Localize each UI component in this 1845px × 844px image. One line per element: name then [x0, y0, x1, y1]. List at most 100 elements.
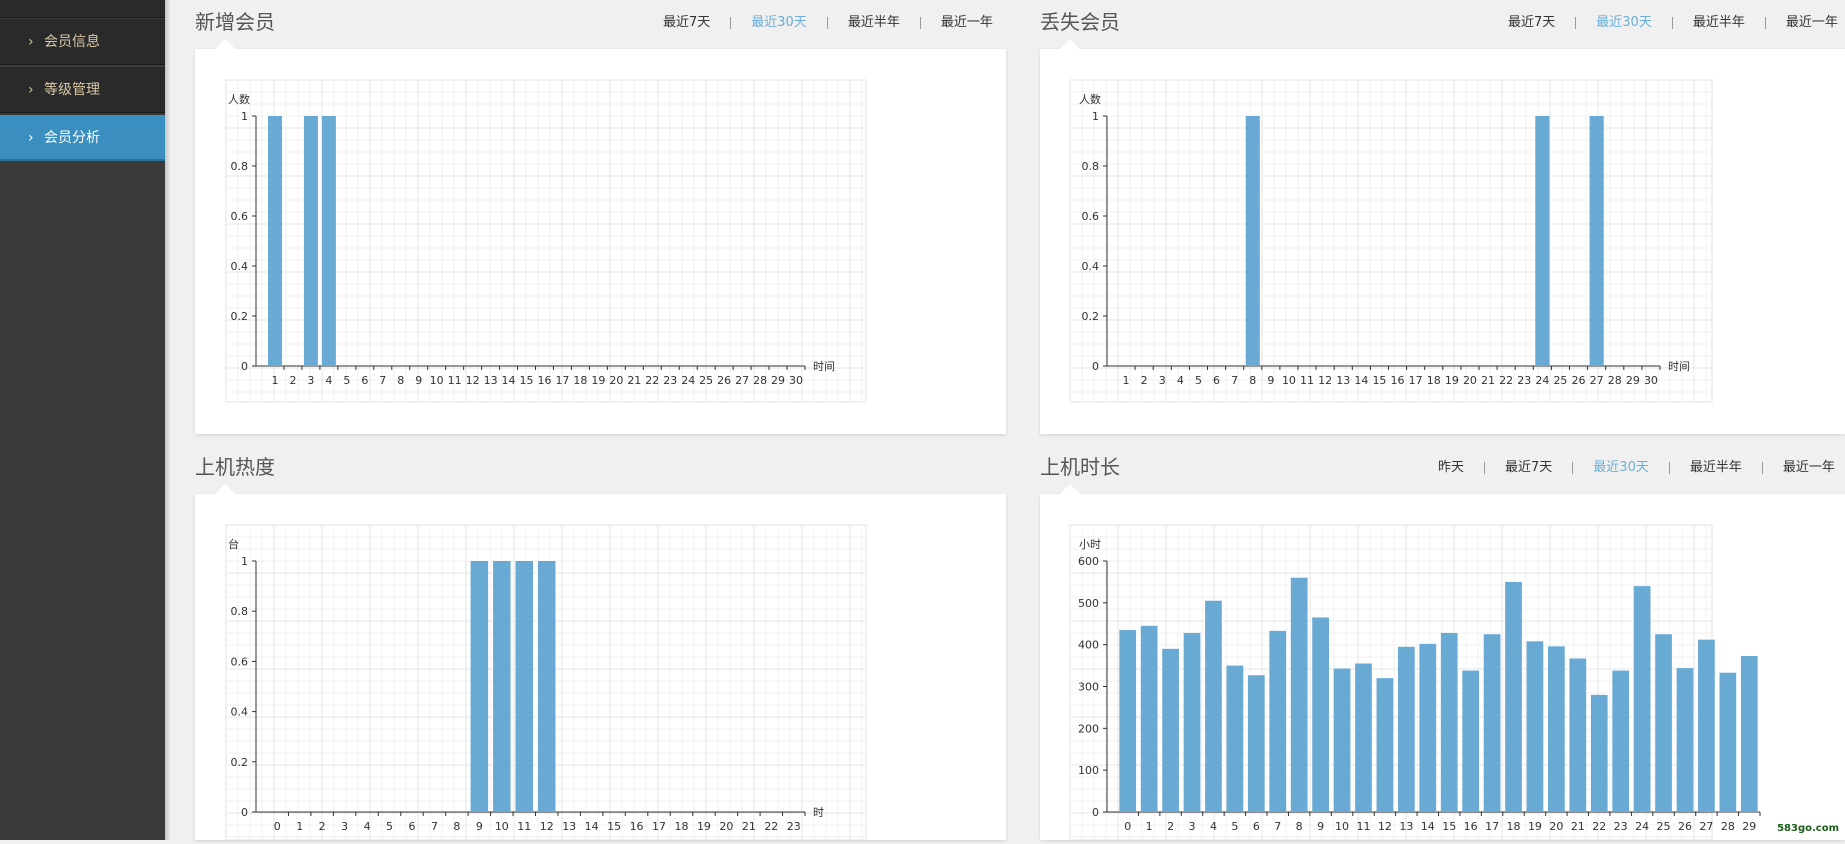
- x-tick-label: 5: [343, 374, 350, 387]
- filter-half-year[interactable]: 最近半年: [1693, 11, 1745, 30]
- x-tick-label: 8: [1249, 374, 1256, 387]
- new-members-panel: 0 0.2 0.4 0.6 0.8 1 人数 时间 1 2 3 4 5 6 7 8 9 10 11 12 13 14 15 1…: [195, 39, 1006, 434]
- bar: [1590, 694, 1608, 812]
- y-tick-label: 500: [1078, 597, 1099, 610]
- x-tick-label: 18: [674, 820, 688, 833]
- y-tick-label: 0.4: [231, 706, 249, 719]
- bar: [1183, 632, 1201, 812]
- filter-separator: [1764, 16, 1766, 29]
- y-tick-label: 400: [1078, 639, 1099, 652]
- x-tick-label: 14: [502, 374, 516, 387]
- bar: [321, 116, 336, 366]
- x-tick-label: 14: [585, 820, 599, 833]
- x-tick-label: 28: [1721, 820, 1735, 833]
- bar: [1740, 655, 1758, 812]
- y-axis-label: 台: [228, 537, 239, 551]
- x-tick-label: 25: [1657, 820, 1671, 833]
- x-tick-label: 19: [591, 374, 605, 387]
- x-tick-label: 26: [717, 374, 731, 387]
- sidebar-item-member-analysis[interactable]: › 会员分析: [0, 115, 165, 161]
- usage-heat-chart: 00.20.40.60.81台时0 1 2 3 4 5 6 7 8 9 10 11 12 13 14 15 16…: [225, 524, 867, 841]
- x-tick-label: 6: [408, 820, 415, 833]
- x-tick-label: 8: [1296, 820, 1303, 833]
- x-tick-label: 20: [1549, 820, 1563, 833]
- bar: [515, 561, 534, 812]
- filter-30-days[interactable]: 最近30天: [1596, 11, 1652, 30]
- bar: [1140, 625, 1158, 812]
- x-tick-label: 30: [789, 374, 803, 387]
- bar: [470, 561, 489, 812]
- x-tick-label: 2: [319, 820, 326, 833]
- x-tick-label: 7: [1274, 820, 1281, 833]
- x-tick-label: 16: [537, 374, 551, 387]
- y-tick-label: 0.6: [231, 210, 249, 223]
- y-tick-label: 0.6: [1082, 210, 1100, 223]
- watermark: 583go.com: [1777, 823, 1839, 834]
- x-axis-label: 时间: [1668, 360, 1690, 373]
- filter-7-days[interactable]: 最近7天: [663, 11, 710, 30]
- filter-30-days[interactable]: 最近30天: [1593, 456, 1649, 475]
- x-tick-label: 25: [699, 374, 713, 387]
- x-tick-label: 22: [1592, 820, 1606, 833]
- x-tick-label: 21: [627, 374, 641, 387]
- x-tick-label: 9: [1267, 374, 1274, 387]
- x-tick-label: 21: [742, 820, 756, 833]
- filter-separator: [1761, 461, 1763, 474]
- filter-30-days[interactable]: 最近30天: [751, 11, 807, 30]
- y-tick-label: 0.8: [231, 160, 249, 173]
- sidebar-item-member-info[interactable]: › 会员信息: [0, 19, 165, 65]
- filter-separator: [1484, 461, 1486, 474]
- x-tick-label: 12: [1318, 374, 1332, 387]
- x-tick-label: 28: [753, 374, 767, 387]
- filter-half-year[interactable]: 最近半年: [848, 11, 900, 30]
- x-tick-label: 15: [1372, 374, 1386, 387]
- x-axis-label: 时: [813, 806, 824, 819]
- lost-members-panel: 0 0.2 0.4 0.6 0.8 1 人数 时间 1 2 3 4 5 6 7 8 9 10 11 12 13 14 15 1…: [1040, 39, 1845, 434]
- x-axis-label: 时间: [813, 360, 835, 373]
- y-tick-label: 100: [1078, 764, 1099, 777]
- bar: [1333, 668, 1351, 812]
- x-tick-label: 8: [397, 374, 404, 387]
- y-tick-label: 0: [1092, 360, 1099, 373]
- filter-7-days[interactable]: 最近7天: [1505, 456, 1552, 475]
- x-tick-label: 23: [1614, 820, 1628, 833]
- filter-7-days[interactable]: 最近7天: [1508, 11, 1555, 30]
- x-tick-label: 4: [1210, 820, 1217, 833]
- x-tick-label: 29: [1742, 820, 1756, 833]
- sidebar-item-level-management[interactable]: › 等级管理: [0, 67, 165, 113]
- y-tick-label: 0.2: [231, 756, 249, 769]
- filter-one-year[interactable]: 最近一年: [1783, 456, 1835, 475]
- y-tick-label: 0.4: [231, 260, 249, 273]
- x-tick-label: 7: [1231, 374, 1238, 387]
- chevron-right-icon: ›: [28, 130, 34, 146]
- x-tick-label: 22: [764, 820, 778, 833]
- x-tick-label: 3: [1159, 374, 1166, 387]
- bar: [1290, 577, 1308, 812]
- x-tick-label: 16: [630, 820, 644, 833]
- filter-one-year[interactable]: 最近一年: [941, 11, 993, 30]
- x-tick-label: 12: [540, 820, 554, 833]
- x-tick-label: 6: [361, 374, 368, 387]
- bar: [1247, 675, 1265, 812]
- usage-heat-panel: 0 0.2 0.4 0.6 0.8 1 台时 0 1 2 3 4 5 6 7 8 9 10 11 12 13 14 15 16…: [195, 484, 1006, 841]
- x-tick-label: 3: [307, 374, 314, 387]
- x-tick-label: 19: [1445, 374, 1459, 387]
- x-tick-label: 30: [1644, 374, 1658, 387]
- bar: [1162, 648, 1179, 812]
- lost-members-chart: 00.20.40.60.81人数时间1 2 3 4 5 6 7 8 9 10 11 12 13 14 15 1…: [1069, 79, 1713, 403]
- y-tick-label: 1: [241, 555, 248, 568]
- x-tick-label: 28: [1608, 374, 1622, 387]
- filter-one-year[interactable]: 最近一年: [1786, 11, 1838, 30]
- filter-separator: [826, 16, 828, 29]
- filter-half-year[interactable]: 最近半年: [1690, 456, 1742, 475]
- new-members-filters: 最近7天 最近30天 最近半年 最近一年: [663, 11, 993, 30]
- x-tick-label: 1: [1123, 374, 1130, 387]
- x-tick-label: 24: [1535, 374, 1549, 387]
- x-tick-label: 24: [681, 374, 695, 387]
- bar: [1397, 646, 1415, 812]
- y-axis-label: 人数: [228, 93, 250, 106]
- x-tick-label: 20: [719, 820, 733, 833]
- filter-yesterday[interactable]: 昨天: [1438, 456, 1464, 475]
- x-tick-label: 27: [735, 374, 749, 387]
- x-tick-label: 6: [1253, 820, 1260, 833]
